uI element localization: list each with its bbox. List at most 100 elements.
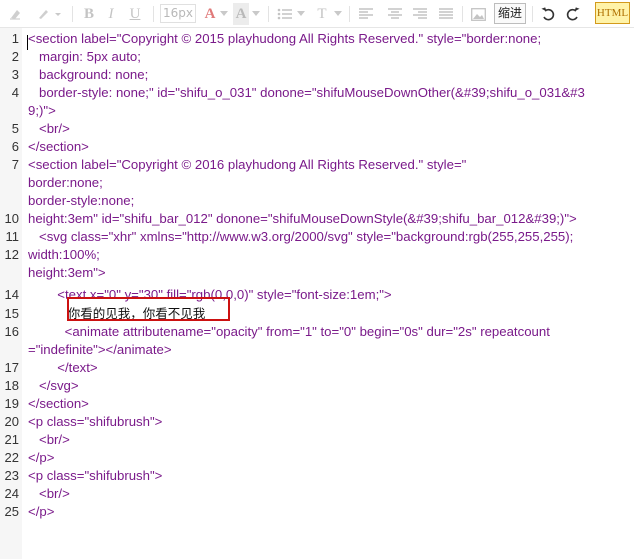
code-text: <animate attributename="opacity" from="1… — [28, 324, 550, 339]
toolbar-separator — [349, 6, 350, 22]
editor-toolbar: B I U 16px A A T 缩进 HTML — [0, 0, 634, 28]
code-text: <p class="shifubrush"> — [28, 468, 163, 483]
italic-icon[interactable]: I — [103, 3, 119, 25]
line-number: 11 — [5, 229, 20, 244]
line-number: 5 — [11, 121, 19, 136]
line-number: 18 — [4, 378, 19, 393]
code-line: 6 </section> — [0, 138, 634, 156]
code-line: 12 width:100%; — [0, 246, 634, 264]
code-text: <br/> — [28, 121, 70, 136]
line-number: 17 — [4, 360, 19, 375]
code-text: height:3em"> — [28, 265, 106, 280]
line-number: 3 — [11, 67, 19, 82]
code-line: 18 </svg> — [0, 377, 634, 395]
code-text: border-style:none; — [28, 193, 135, 208]
code-line: 11 <svg class="xhr" xmlns="http://www.w3… — [0, 228, 634, 246]
align-center-icon[interactable] — [386, 3, 404, 25]
background-color-icon[interactable]: A — [233, 3, 249, 25]
line-number: 4 — [11, 85, 19, 100]
code-line: border:none; — [0, 174, 634, 192]
code-text: width:100%; — [28, 247, 100, 262]
highlight-box — [67, 297, 230, 321]
code-text: <br/> — [28, 432, 70, 447]
code-line: 24 <br/> — [0, 485, 634, 503]
line-number: 16 — [4, 324, 19, 339]
image-icon[interactable] — [469, 3, 487, 25]
line-number: 2 — [11, 49, 19, 64]
chevron-down-icon[interactable] — [251, 3, 261, 25]
code-text: </section> — [28, 139, 89, 154]
code-line: height:3em"> — [0, 264, 634, 282]
code-text: background: none; — [28, 67, 149, 82]
code-text: ="indefinite"></animate> — [28, 342, 172, 357]
line-number: 1 — [11, 31, 19, 46]
code-line: 22 </p> — [0, 449, 634, 467]
code-text: 9;)"> — [28, 103, 56, 118]
bold-icon[interactable]: B — [80, 3, 98, 25]
code-line: border-style:none; — [0, 192, 634, 210]
code-text: <section label="Copyright © 2015 playhud… — [28, 31, 542, 46]
toolbar-separator — [268, 6, 269, 22]
indent-button[interactable]: 缩进 — [494, 3, 526, 24]
line-number: 15 — [4, 306, 19, 321]
code-text: </text> — [28, 360, 98, 375]
chevron-down-icon[interactable] — [296, 3, 306, 25]
code-line: 7 <section label="Copyright © 2016 playhu… — [0, 156, 634, 174]
font-color-icon[interactable]: A — [203, 3, 217, 25]
code-line: 20 <p class="shifubrush"> — [0, 413, 634, 431]
code-line: 16 <animate attributename="opacity" from… — [0, 323, 634, 341]
code-line: 17 </text> — [0, 359, 634, 377]
code-text: <br/> — [28, 486, 70, 501]
code-text: </p> — [28, 450, 55, 465]
line-number: 20 — [4, 414, 19, 429]
eraser-icon[interactable] — [4, 3, 26, 25]
code-line: 21 <br/> — [0, 431, 634, 449]
line-number: 25 — [4, 504, 19, 519]
code-line: 10 height:3em" id="shifu_bar_012" donone=… — [0, 210, 634, 228]
redo-icon[interactable] — [564, 3, 582, 25]
line-number: 23 — [4, 468, 19, 483]
code-line: 5 <br/> — [0, 120, 634, 138]
toolbar-separator — [72, 6, 73, 22]
line-number: 7 — [11, 157, 19, 172]
line-number: 19 — [4, 396, 19, 411]
list-icon[interactable] — [276, 3, 294, 25]
code-line: 2 margin: 5px auto; — [0, 48, 634, 66]
code-line: 19 </section> — [0, 395, 634, 413]
line-number: 14 — [4, 287, 19, 302]
code-text: </p> — [28, 504, 55, 519]
chevron-down-icon[interactable] — [219, 3, 229, 25]
code-line: 23 <p class="shifubrush"> — [0, 467, 634, 485]
html-toggle-button[interactable]: HTML — [595, 2, 630, 24]
code-line: 9;)"> — [0, 102, 634, 120]
underline-icon[interactable]: U — [126, 3, 144, 25]
toolbar-separator — [532, 6, 533, 22]
code-text: <svg class="xhr" xmlns="http://www.w3.or… — [28, 229, 574, 244]
line-number: 12 — [4, 247, 19, 262]
code-line: 3 background: none; — [0, 66, 634, 84]
code-line: 1 <section label="Copyright © 2015 playhu… — [0, 30, 634, 48]
align-right-icon[interactable] — [411, 3, 429, 25]
code-line: 25 </p> — [0, 503, 634, 521]
font-size-select[interactable]: 16px — [160, 4, 196, 23]
code-text: <p class="shifubrush"> — [28, 414, 163, 429]
code-text: <section label="Copyright © 2016 playhud… — [28, 157, 467, 172]
code-text: </svg> — [28, 378, 79, 393]
code-text: border-style: none;" id="shifu_o_031" do… — [28, 85, 585, 100]
chevron-down-icon[interactable] — [333, 3, 343, 25]
code-text: height:3em" id="shifu_bar_012" donone="s… — [28, 211, 577, 226]
code-text: margin: 5px auto; — [28, 49, 141, 64]
code-text: </section> — [28, 396, 89, 411]
code-text: border:none; — [28, 175, 103, 190]
align-justify-icon[interactable] — [437, 3, 455, 25]
line-number: 6 — [11, 139, 19, 154]
line-number: 21 — [4, 432, 19, 447]
toolbar-separator — [153, 6, 154, 22]
code-line: 4 border-style: none;" id="shifu_o_031" … — [0, 84, 634, 102]
toolbar-separator — [462, 6, 463, 22]
paragraph-icon[interactable]: T — [314, 3, 330, 25]
align-left-icon[interactable] — [357, 3, 375, 25]
brush-icon[interactable] — [34, 3, 64, 25]
line-number: 24 — [4, 486, 19, 501]
undo-icon[interactable] — [539, 3, 557, 25]
